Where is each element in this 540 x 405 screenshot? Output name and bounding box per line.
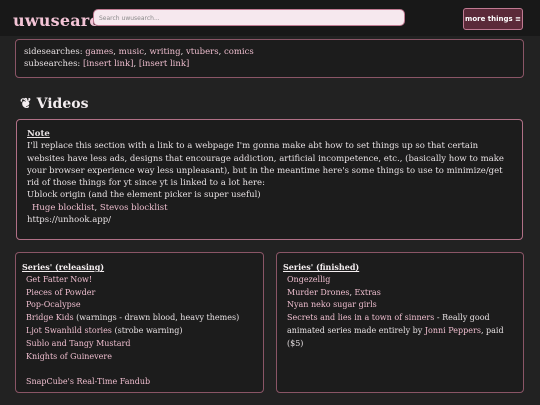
series-link[interactable]: Ljot Swanhild stories [26, 326, 112, 335]
note-blocklists: Huge blocklist, Stevos blocklist [32, 202, 168, 213]
sidesearches-label: sidesearches: [24, 47, 86, 57]
subsearches-label: subsearches: [24, 59, 83, 69]
series-link[interactable]: Sublo and Tangy Mustard [26, 339, 130, 348]
search-input[interactable]: Search uwusearch... [93, 9, 405, 26]
unhook-link[interactable]: https://unhook.app/ [27, 214, 512, 226]
subsearch-link[interactable]: [insert link] [139, 59, 189, 69]
series-link[interactable]: Ongezellig [287, 275, 330, 284]
releasing-title: Series' (releasing) [22, 262, 105, 272]
list-item: Ongezellig [283, 274, 517, 287]
series-link[interactable]: Pop-Ocalypse [26, 300, 81, 309]
series-note: (warnings - drawn blood, heavy themes) [73, 313, 240, 323]
note-body: I'll replace this section with a link to… [27, 141, 504, 189]
section-title: Videos [36, 96, 89, 112]
sidesearch-link-music[interactable]: music [119, 47, 144, 57]
huge-blocklist-link[interactable]: Huge blocklist [32, 203, 94, 213]
sidesearch-link-comics[interactable]: comics [224, 47, 254, 57]
section-heading: ❦ Videos [20, 96, 88, 112]
list-item: Murder Drones, Extras [283, 287, 517, 300]
series-link[interactable]: Get Fatter Now! [26, 275, 92, 284]
finished-series-panel: Series' (finished) Ongezellig Murder Dro… [276, 252, 524, 393]
releasing-series-panel: Series' (releasing) Get Fatter Now! Piec… [15, 252, 264, 393]
fandub-link[interactable]: SnapCube's Real-Time Fandub [26, 377, 150, 386]
series-link[interactable]: Knights of Guinevere [26, 352, 112, 361]
sidesearch-link-writing[interactable]: writing [149, 47, 180, 57]
subsearches-row: subsearches: [insert link], [insert link… [24, 59, 190, 69]
top-bar: uwusearch Search uwusearch... more thing… [0, 0, 540, 36]
list-item: Nyan neko sugar girls [283, 299, 517, 312]
more-things-button[interactable]: more things ≡ [463, 8, 523, 30]
searches-panel: sidesearches: games, music, writing, vtu… [15, 39, 524, 78]
author-link[interactable]: Jonni Peppers [425, 326, 481, 335]
subsearch-link[interactable]: [insert link] [83, 59, 133, 69]
fleuron-icon: ❦ [20, 96, 32, 112]
list-item: Pieces of Powder [22, 287, 257, 300]
stevos-blocklist-link[interactable]: Stevos blocklist [100, 203, 168, 213]
list-item: SnapCube's Real-Time Fandub [22, 376, 257, 389]
series-note: (strobe warning) [111, 325, 183, 335]
list-item: Secrets and lies in a town of sinners - … [283, 312, 517, 350]
list-item: Knights of Guinevere [22, 351, 257, 364]
list-item: Pop-Ocalypse [22, 299, 257, 312]
series-link[interactable]: Murder Drones [287, 288, 349, 297]
note-panel: Note I'll replace this section with a li… [16, 119, 523, 240]
series-link[interactable]: Secrets and lies in a town of sinners [287, 313, 434, 322]
list-item: Get Fatter Now! [22, 274, 257, 287]
finished-title: Series' (finished) [283, 262, 360, 272]
note-ublock: Ublock origin (and the element picker is… [27, 190, 261, 201]
series-link[interactable]: Pieces of Powder [26, 288, 95, 297]
sidesearches-row: sidesearches: games, music, writing, vtu… [24, 47, 254, 57]
list-item: Bridge Kids (warnings - drawn blood, hea… [22, 312, 257, 325]
series-link[interactable]: Nyan neko sugar girls [287, 300, 377, 309]
sidesearch-link-games[interactable]: games [85, 47, 113, 57]
series-link[interactable]: Bridge Kids [26, 313, 74, 322]
note-title: Note [27, 129, 50, 139]
sidesearch-link-vtubers[interactable]: vtubers [186, 47, 219, 57]
list-item: Ljot Swanhild stories (strobe warning) [22, 325, 257, 338]
list-item: Sublo and Tangy Mustard [22, 338, 257, 351]
series-link[interactable]: Extras [355, 288, 381, 297]
